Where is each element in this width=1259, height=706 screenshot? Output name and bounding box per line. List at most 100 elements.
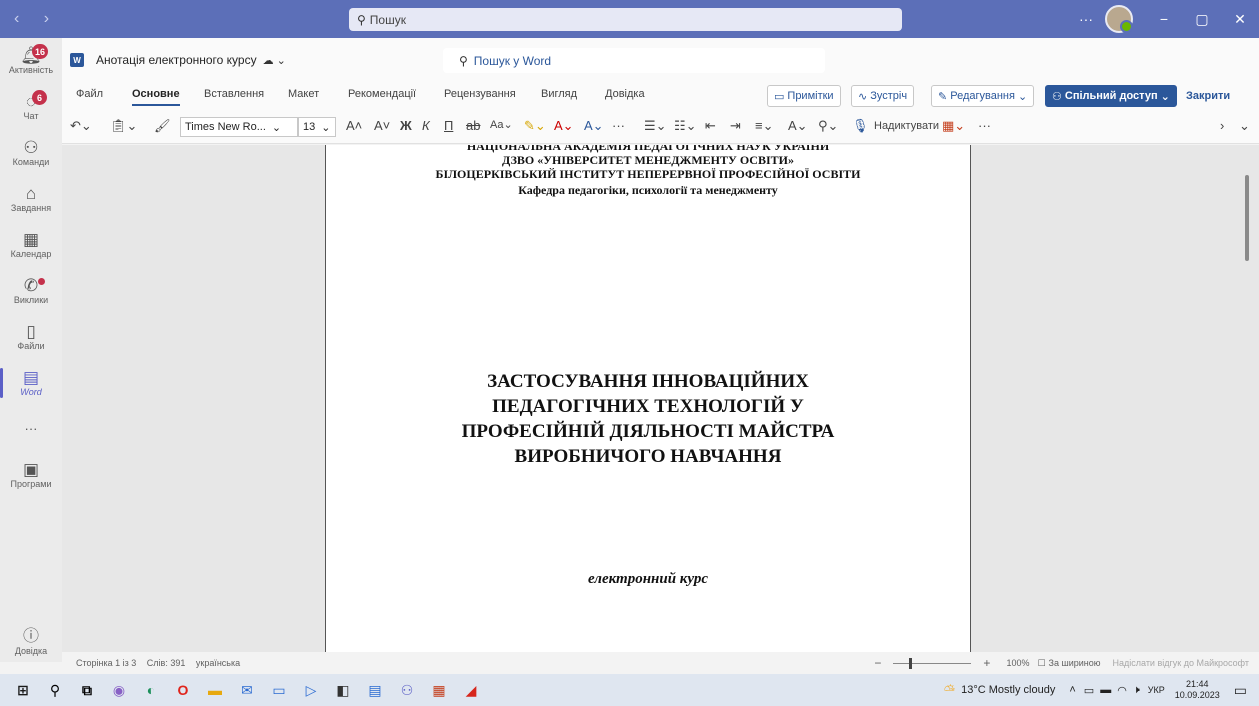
avatar[interactable] (1105, 5, 1133, 33)
network-icon[interactable]: ▭ (1084, 684, 1094, 697)
feedback-link[interactable]: Надіслати відгук до Майкрософт (1113, 658, 1250, 668)
styles-icon[interactable]: A⌄ (788, 118, 808, 134)
global-search-input[interactable]: ⚲ Пошук (349, 8, 902, 31)
dictate-button[interactable]: Надиктувати (874, 120, 939, 132)
nav-arrows[interactable]: ‹ › (0, 10, 60, 28)
meeting-button[interactable]: ∿ Зустріч (851, 85, 915, 107)
document-page[interactable]: НАЦІОНАЛЬНА АКАДЕМІЯ ПЕДАГОГІЧНИХ НАУК У… (325, 145, 971, 652)
rail-item-teams[interactable]: ⚇ Команди (0, 130, 62, 176)
ribbon-collapse-icon[interactable]: ⌄ (1239, 118, 1250, 134)
word-icon: ▤ (22, 368, 40, 387)
word-search-input[interactable]: ⚲ Пошук у Word (443, 48, 825, 73)
zoom-level[interactable]: 100% (1006, 658, 1029, 668)
font-name-select[interactable]: Times New Ro... ⌄ (180, 117, 298, 137)
document-canvas[interactable]: НАЦІОНАЛЬНА АКАДЕМІЯ ПЕДАГОГІЧНИХ НАУК У… (62, 145, 1259, 652)
change-case-icon[interactable]: Aa⌄ (490, 118, 513, 131)
more-font-options-icon[interactable]: ··· (612, 118, 625, 133)
more-options-button[interactable]: ··· (1067, 11, 1105, 27)
decrease-indent-icon[interactable]: ⇤ (705, 118, 716, 134)
zoom-slider[interactable] (893, 657, 972, 669)
fit-width-checkbox-icon[interactable]: ☐ (1037, 658, 1045, 669)
tab-home[interactable]: Основне (132, 88, 180, 106)
align-icon[interactable]: ≡⌄ (755, 118, 773, 134)
rail-item-help[interactable]: ⓘ Довідка (0, 616, 62, 662)
numbering-icon[interactable]: ☷⌄ (674, 118, 697, 134)
italic-icon[interactable]: К (422, 118, 430, 133)
paste-icon[interactable]: 📋︎⌄ (110, 118, 137, 134)
rail-item-calendar[interactable]: ▦ Календар (0, 222, 62, 268)
document-title[interactable]: Анотація електронного курсу (96, 53, 257, 67)
text-color-icon[interactable]: A⌄ (584, 118, 604, 134)
save-icon[interactable]: ▭ (264, 679, 294, 701)
find-icon[interactable]: ⚲⌄ (818, 118, 838, 134)
volume-icon[interactable]: 🕨︎ (1133, 684, 1140, 697)
media-player-icon[interactable]: ▷ (296, 679, 326, 701)
rail-label: Активність (8, 65, 54, 75)
tray-expand-icon[interactable]: ˄ (1069, 684, 1075, 696)
wifi-icon[interactable]: ◠ (1117, 684, 1127, 697)
pdf-reader-icon[interactable]: ◢ (456, 679, 486, 701)
notes-app-icon[interactable]: ◧ (328, 679, 358, 701)
editing-mode-button[interactable]: ✎ Редагування ⌄ (931, 85, 1035, 107)
task-view-icon[interactable]: ⧉ (72, 679, 102, 701)
comments-button[interactable]: ▭ Примітки (767, 85, 841, 107)
document-app-icon[interactable]: ▤ (360, 679, 390, 701)
notifications-icon[interactable]: ▭ (1234, 682, 1247, 699)
mail-icon[interactable]: ✉ (232, 679, 262, 701)
strikethrough-icon[interactable]: ab (466, 118, 480, 133)
rail-item-activity[interactable]: 🔔︎ 16 Активність (0, 38, 62, 84)
file-explorer-icon[interactable]: ▬ (200, 679, 230, 701)
toolbar-expand-icon[interactable]: › (1220, 118, 1224, 133)
tab-recommendations[interactable]: Рекомендації (348, 88, 416, 100)
weather-text[interactable]: 13°C Mostly cloudy (961, 684, 1055, 696)
vertical-scrollbar[interactable] (1245, 175, 1249, 261)
search-icon[interactable]: ⚲ (40, 679, 70, 701)
clock[interactable]: 21:44 10.09.2023 (1175, 679, 1220, 701)
edge-icon[interactable]: ◐ (136, 679, 166, 701)
rail-item-calls[interactable]: ✆ Виклики (0, 268, 62, 314)
designer-icon[interactable]: ▦⌄ (942, 118, 965, 134)
close-document-button[interactable]: Закрити (1179, 85, 1237, 107)
teams-icon[interactable]: ⚇ (392, 679, 422, 701)
rail-item-chat[interactable]: ◌ 6 Чат (0, 84, 62, 130)
rail-item-more[interactable]: ··· (0, 406, 62, 452)
tab-review[interactable]: Рецензування (444, 88, 516, 100)
image-viewer-icon[interactable]: ▦ (424, 679, 454, 701)
highlight-icon[interactable]: ✎⌄ (524, 118, 546, 134)
rail-item-files[interactable]: ▯ Файли (0, 314, 62, 360)
fit-width-label[interactable]: За шириною (1049, 658, 1101, 668)
increase-indent-icon[interactable]: ⇥ (730, 118, 741, 134)
format-painter-icon[interactable]: 🖌︎ (154, 118, 171, 134)
shrink-font-icon[interactable]: A˅ (374, 118, 390, 133)
rail-item-word[interactable]: ▤ Word (0, 360, 62, 406)
font-color-icon[interactable]: A⌄ (554, 118, 574, 134)
microphone-icon[interactable]: 🎙︎ (852, 118, 869, 134)
zoom-out-button[interactable]: − (874, 656, 881, 670)
close-window-button[interactable]: ✕ (1221, 11, 1259, 28)
maximize-button[interactable]: ▢ (1183, 11, 1221, 28)
toolbar-more-icon[interactable]: ··· (978, 118, 991, 133)
tab-help[interactable]: Довідка (605, 88, 645, 100)
rail-item-tasks[interactable]: ⌂ Завдання (0, 176, 62, 222)
header-line: БІЛОЦЕРКІВСЬКИЙ ІНСТИТУТ НЕПЕРЕРВНОЇ ПРО… (435, 167, 861, 181)
rail-item-apps[interactable]: ▣ Програми (0, 452, 62, 498)
underline-icon[interactable]: П (444, 118, 453, 133)
bold-icon[interactable]: Ж (400, 118, 412, 133)
zoom-in-button[interactable]: + (983, 656, 990, 670)
start-icon[interactable]: ⊞ (8, 679, 38, 701)
tab-file[interactable]: Файл (76, 88, 103, 100)
viber-icon[interactable]: ◉ (104, 679, 134, 701)
tab-view[interactable]: Вигляд (541, 88, 577, 100)
opera-icon[interactable]: O (168, 679, 198, 701)
tab-insert[interactable]: Вставлення (204, 88, 264, 100)
minimize-button[interactable]: − (1145, 11, 1183, 27)
keyboard-language[interactable]: УКР (1148, 685, 1165, 695)
tab-layout[interactable]: Макет (288, 88, 319, 100)
font-size-select[interactable]: 13 ⌄ (298, 117, 336, 137)
share-button[interactable]: ⚇ Спільний доступ ⌄ (1045, 85, 1177, 107)
bullets-icon[interactable]: ☰⌄ (644, 118, 667, 134)
language-indicator[interactable]: українська (196, 658, 240, 668)
battery-icon[interactable]: ▬ (1100, 684, 1111, 696)
undo-icon[interactable]: ↶⌄ (70, 118, 92, 134)
grow-font-icon[interactable]: A˄ (346, 118, 362, 133)
